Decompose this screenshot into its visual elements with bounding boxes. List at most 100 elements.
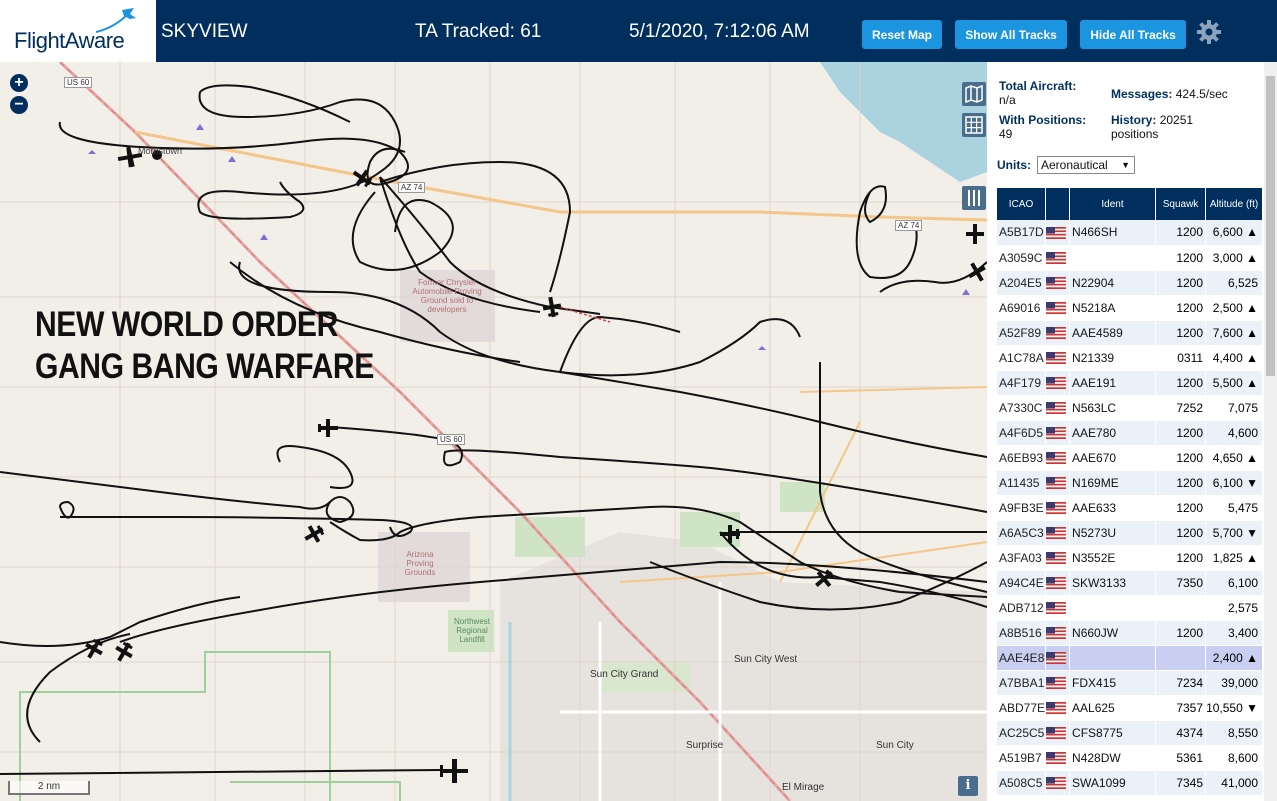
cell-flag — [1045, 520, 1071, 546]
cell-icao: A508C5 — [997, 770, 1047, 796]
cell-altitude: 1,825 ▲ — [1205, 545, 1263, 571]
column-header-ident[interactable]: Ident — [1069, 188, 1157, 220]
table-row[interactable]: A94C4E SKW3133 7350 6,100 — [997, 570, 1263, 596]
city-label: Sun City — [876, 740, 914, 751]
column-header-icao[interactable]: ICAO — [997, 188, 1047, 220]
table-row[interactable]: A3059C 1200 3,000 ▲ — [997, 245, 1263, 271]
cell-altitude: 5,475 — [1205, 495, 1263, 521]
units-selected-value: Aeronautical — [1041, 158, 1108, 172]
cell-squawk: 1200 — [1155, 320, 1207, 346]
us-flag-icon — [1046, 777, 1067, 790]
table-row[interactable]: A519B7 N428DW 5361 8,600 — [997, 745, 1263, 771]
table-row[interactable]: ABD77E AAL625 7357 10,550 ▼ — [997, 695, 1263, 721]
reset-map-button[interactable]: Reset Map — [862, 20, 942, 49]
table-row[interactable]: A204E5 N22904 1200 6,525 — [997, 270, 1263, 296]
place-label: Former Chrysler Automobile Proving Groun… — [412, 278, 482, 314]
tracked-count: TA Tracked: 61 — [415, 21, 542, 42]
gear-icon[interactable] — [1196, 19, 1222, 45]
us-flag-icon — [1046, 577, 1067, 590]
table-row[interactable]: A69016 N5218A 1200 2,500 ▲ — [997, 295, 1263, 321]
cell-altitude: 7,600 ▲ — [1205, 320, 1263, 346]
cell-icao: A4F6D5 — [997, 420, 1047, 446]
cell-flag — [1045, 545, 1071, 571]
cell-altitude: 4,400 ▲ — [1205, 345, 1263, 371]
table-row[interactable]: A3FA03 N3552E 1200 1,825 ▲ — [997, 545, 1263, 571]
table-row[interactable]: A6A5C3 N5273U 1200 5,700 ▼ — [997, 520, 1263, 546]
zoom-out-button[interactable]: − — [10, 96, 28, 114]
cell-squawk — [1155, 645, 1207, 671]
zoom-in-button[interactable]: + — [10, 74, 28, 92]
cell-icao: A11435 — [997, 470, 1047, 496]
cell-squawk: 1200 — [1155, 420, 1207, 446]
info-icon[interactable]: i — [958, 776, 978, 796]
overlay-caption-line: NEW WORLD ORDER — [35, 305, 338, 344]
cell-flag — [1045, 495, 1071, 521]
table-row[interactable]: A8B516 N660JW 1200 3,400 — [997, 620, 1263, 646]
cell-squawk: 1200 — [1155, 295, 1207, 321]
hide-all-tracks-button[interactable]: Hide All Tracks — [1080, 20, 1186, 49]
table-row[interactable]: A4F6D5 AAE780 1200 4,600 — [997, 420, 1263, 446]
show-all-tracks-button[interactable]: Show All Tracks — [955, 20, 1067, 49]
cell-altitude: 6,525 — [1205, 270, 1263, 296]
panel-scrollbar-thumb[interactable] — [1266, 76, 1275, 376]
cell-flag — [1045, 570, 1071, 596]
cell-altitude: 7,075 — [1205, 395, 1263, 421]
us-flag-icon — [1046, 402, 1067, 415]
table-row[interactable]: A5B17D N466SH 1200 6,600 ▲ — [997, 220, 1263, 246]
us-flag-icon — [1046, 552, 1067, 565]
cell-ident: AAL625 — [1069, 695, 1157, 721]
messages-value: 424.5/sec — [1175, 87, 1228, 101]
units-select[interactable]: Aeronautical ▼ — [1037, 156, 1135, 174]
us-flag-icon — [1046, 702, 1067, 715]
chevron-down-icon: ▼ — [1121, 160, 1130, 170]
cell-icao: A5B17D — [997, 220, 1047, 246]
cell-ident: N169ME — [1069, 470, 1157, 496]
cell-squawk: 7234 — [1155, 670, 1207, 696]
city-label: Sun City West — [734, 654, 798, 665]
cell-icao: A8B516 — [997, 620, 1047, 646]
city-label: Sun City Grand — [590, 669, 659, 680]
table-row[interactable]: A6EB93 AAE670 1200 4,650 ▲ — [997, 445, 1263, 471]
aircraft-table-body: A5B17D N466SH 1200 6,600 ▲ A3059C 1200 3,000 ▲… — [997, 220, 1263, 796]
table-row[interactable]: A9FB3E AAE633 1200 5,475 — [997, 495, 1263, 521]
us-flag-icon — [1046, 302, 1067, 315]
table-row[interactable]: A52F89 AAE4589 1200 7,600 ▲ — [997, 320, 1263, 346]
cell-altitude: 6,100 — [1205, 570, 1263, 596]
cell-icao: ABD77E — [997, 695, 1047, 721]
cell-altitude: 5,500 ▲ — [1205, 370, 1263, 396]
table-row[interactable]: ADB712 2,575 — [997, 595, 1263, 621]
map-view[interactable]: + − US 60 US 60 AZ 74 AZ 74 Morristown F… — [0, 62, 987, 801]
cell-squawk: 1200 — [1155, 370, 1207, 396]
table-row[interactable]: AAE4E8 2,400 ▲ — [997, 645, 1263, 671]
cell-squawk: 7345 — [1155, 770, 1207, 796]
column-header-flag[interactable] — [1045, 188, 1071, 220]
overlay-caption: NEW WORLD ORDER GANG BANG WARFARE — [35, 304, 374, 388]
table-row[interactable]: A508C5 SWA1099 7345 41,000 — [997, 770, 1263, 796]
cell-ident — [1069, 595, 1157, 621]
cell-flag — [1045, 420, 1071, 446]
column-header-squawk[interactable]: Squawk — [1155, 188, 1207, 220]
map-layers-icon[interactable] — [962, 82, 986, 106]
columns-icon[interactable] — [962, 186, 986, 210]
table-row[interactable]: A11435 N169ME 1200 6,100 ▼ — [997, 470, 1263, 496]
total-aircraft-value: n/a — [999, 93, 1016, 107]
table-row[interactable]: A1C78A N21339 0311 4,400 ▲ — [997, 345, 1263, 371]
table-row[interactable]: A7BBA1 FDX415 7234 39,000 — [997, 670, 1263, 696]
cell-icao: A7330C — [997, 395, 1047, 421]
flightaware-logo[interactable]: FlightAware — [0, 0, 156, 62]
cell-ident: N563LC — [1069, 395, 1157, 421]
grid-icon[interactable] — [962, 113, 986, 137]
cell-flag — [1045, 720, 1071, 746]
road-shield-us60: US 60 — [64, 77, 93, 88]
table-row[interactable]: AC25C5 CFS8775 4374 8,550 — [997, 720, 1263, 746]
with-positions-value: 49 — [999, 127, 1013, 141]
table-row[interactable]: A4F179 AAE191 1200 5,500 ▲ — [997, 370, 1263, 396]
cell-squawk — [1155, 595, 1207, 621]
cell-ident: AAE4589 — [1069, 320, 1157, 346]
table-row[interactable]: A7330C N563LC 7252 7,075 — [997, 395, 1263, 421]
us-flag-icon — [1046, 452, 1067, 465]
column-header-altitude[interactable]: Altitude (ft) — [1205, 188, 1263, 220]
cell-ident: N5218A — [1069, 295, 1157, 321]
cell-ident: N660JW — [1069, 620, 1157, 646]
cell-flag — [1045, 270, 1071, 296]
